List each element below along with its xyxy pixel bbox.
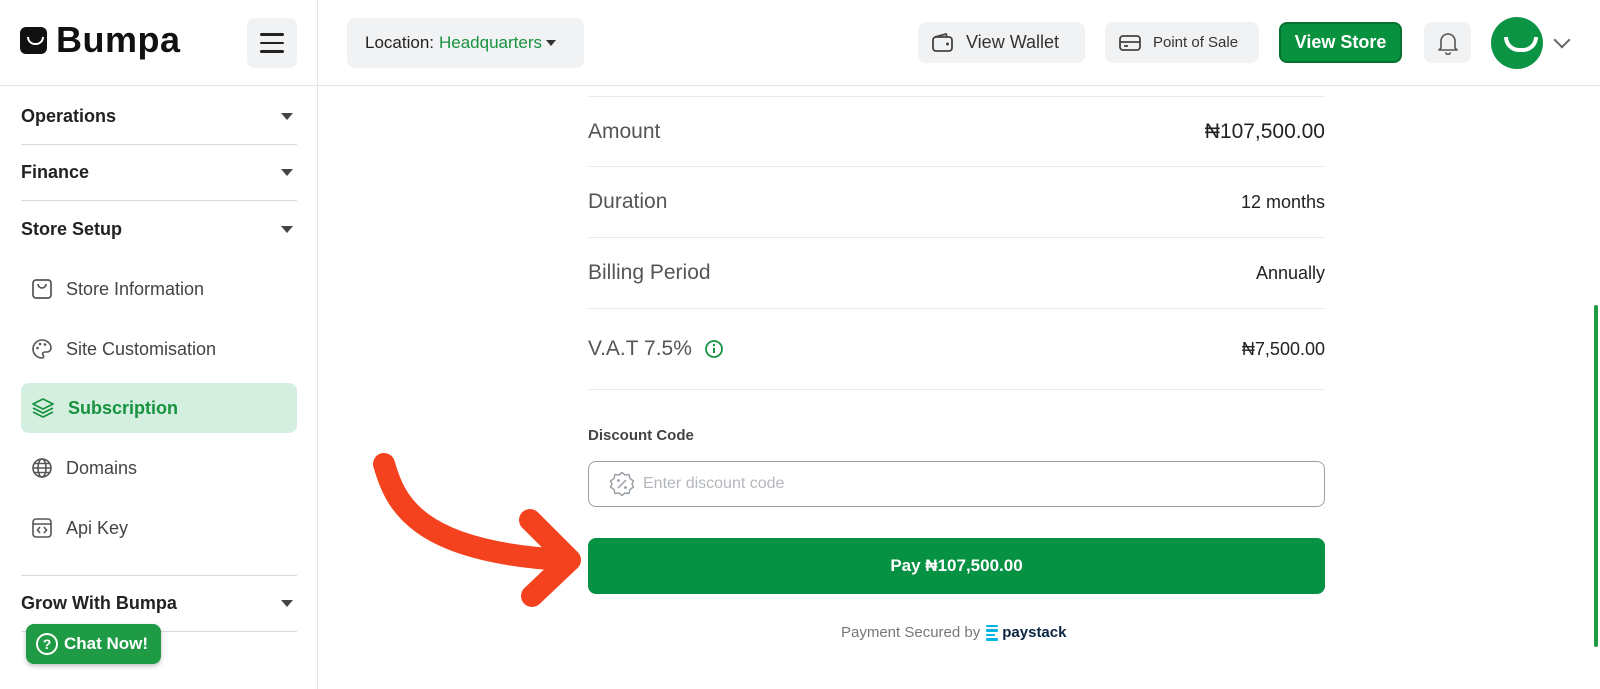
- payment-secured-note: Payment Secured by paystack: [841, 624, 1066, 641]
- sidebar-item-api-key[interactable]: Api Key: [21, 503, 297, 553]
- info-icon[interactable]: [704, 339, 724, 359]
- paystack-icon: [986, 624, 999, 641]
- bumpa-logo-icon: [20, 26, 47, 54]
- store-icon: [32, 279, 52, 299]
- top-bar: Bumpa Location: Headquarters View Wallet…: [0, 0, 1600, 86]
- chat-now-label: Chat Now!: [64, 634, 149, 653]
- annotation-arrow-icon: [373, 453, 581, 607]
- hamburger-menu-button[interactable]: [247, 18, 297, 68]
- caret-down-icon: [281, 113, 293, 120]
- location-label: Location:: [365, 33, 434, 52]
- duration-label: Duration: [588, 190, 668, 213]
- globe-icon: [32, 458, 52, 478]
- vat-label-group: V.A.T 7.5%: [588, 337, 724, 361]
- point-of-sale-label: Point of Sale: [1153, 34, 1239, 51]
- sidebar-item-label: Domains: [66, 457, 138, 478]
- view-store-button[interactable]: View Store: [1279, 22, 1402, 63]
- avatar[interactable]: [1491, 17, 1543, 69]
- caret-down-icon: [546, 40, 557, 46]
- location-selector[interactable]: Location: Headquarters: [347, 18, 584, 68]
- location-value: Headquarters: [439, 33, 543, 52]
- discount-code-input[interactable]: [643, 475, 1243, 493]
- discount-code-field[interactable]: [588, 461, 1325, 507]
- palette-icon: [32, 339, 52, 359]
- discount-badge-icon: [609, 471, 635, 497]
- summary-row-amount: Amount ₦107,500.00: [588, 97, 1325, 167]
- wallet-icon: [932, 32, 953, 52]
- card-icon: [1119, 34, 1141, 51]
- point-of-sale-button[interactable]: Point of Sale: [1105, 22, 1259, 63]
- discount-code-label: Discount Code: [588, 427, 694, 444]
- sidebar-divider: [317, 0, 318, 689]
- hamburger-icon: [260, 33, 284, 36]
- sidebar-section-finance[interactable]: Finance: [21, 145, 297, 201]
- brand-logo[interactable]: Bumpa: [20, 22, 181, 58]
- chevron-down-icon[interactable]: [1553, 31, 1571, 49]
- sidebar-item-label: Site Customisation: [66, 338, 217, 359]
- payment-secured-label: Payment Secured by: [841, 624, 981, 641]
- sidebar-item-label: Subscription: [68, 397, 179, 418]
- amount-value: ₦107,500.00: [1204, 119, 1325, 143]
- duration-value: 12 months: [1240, 191, 1325, 212]
- view-wallet-button[interactable]: View Wallet: [918, 22, 1085, 63]
- sidebar-item-subscription[interactable]: Subscription: [21, 383, 297, 433]
- paystack-logo: paystack: [986, 624, 1066, 641]
- sidebar-item-store-information[interactable]: Store Information: [21, 264, 297, 314]
- billing-period-value: Annually: [1255, 262, 1325, 283]
- brand-name: Bumpa: [56, 19, 181, 60]
- sidebar-item-site-customisation[interactable]: Site Customisation: [21, 324, 297, 374]
- sidebar-section-operations[interactable]: Operations: [21, 89, 297, 145]
- notifications-button[interactable]: [1424, 22, 1471, 63]
- layers-icon: [32, 398, 54, 418]
- vat-label: V.A.T 7.5%: [588, 337, 692, 360]
- sidebar-item-label: Store Information: [66, 278, 205, 299]
- sidebar-section-label: Operations: [21, 106, 117, 126]
- caret-down-icon: [281, 169, 293, 176]
- paystack-wordmark: paystack: [1002, 624, 1067, 641]
- sidebar-section-store-setup[interactable]: Store Setup: [21, 201, 297, 257]
- sidebar-item-domains[interactable]: Domains: [21, 443, 297, 493]
- vat-value: ₦7,500.00: [1241, 338, 1325, 359]
- chat-now-button[interactable]: ? Chat Now!: [26, 624, 161, 664]
- amount-label: Amount: [588, 119, 661, 143]
- caret-down-icon: [281, 225, 293, 233]
- view-wallet-label: View Wallet: [966, 32, 1060, 52]
- summary-row-billing-period: Billing Period Annually: [588, 238, 1325, 309]
- sidebar-item-label: Api Key: [66, 517, 129, 538]
- sidebar-section-label: Store Setup: [21, 218, 123, 239]
- help-icon: ?: [36, 633, 58, 655]
- caret-down-icon: [281, 600, 293, 607]
- billing-period-label: Billing Period: [588, 261, 711, 284]
- bell-icon: [1437, 32, 1458, 55]
- pay-button[interactable]: Pay ₦107,500.00: [588, 538, 1325, 594]
- summary-row-duration: Duration 12 months: [588, 167, 1325, 238]
- code-icon: [32, 518, 52, 538]
- vertical-scrollbar[interactable]: [1594, 305, 1598, 647]
- sidebar-section-label: Grow With Bumpa: [21, 593, 177, 613]
- summary-row-vat: V.A.T 7.5% ₦7,500.00: [588, 309, 1325, 390]
- sidebar-section-label: Finance: [21, 162, 90, 182]
